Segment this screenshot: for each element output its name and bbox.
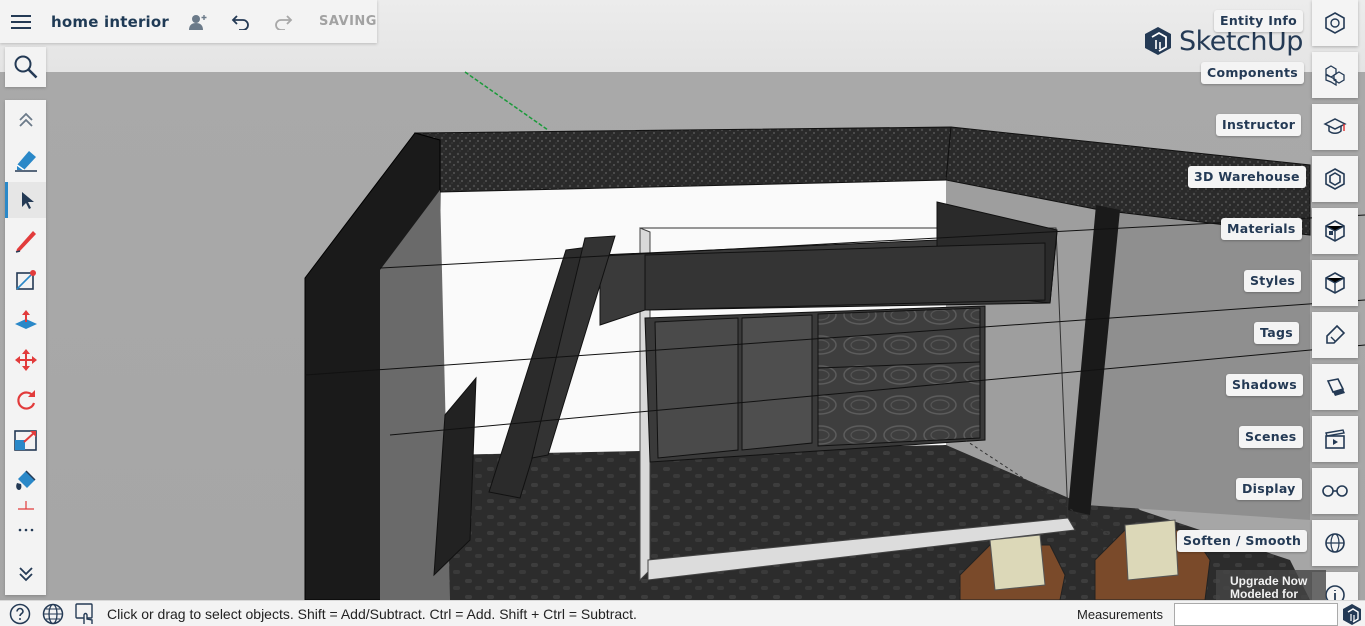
3d-viewport[interactable] bbox=[0, 0, 1365, 600]
hamburger-menu-icon[interactable] bbox=[0, 0, 43, 43]
more-tools-icon[interactable] bbox=[5, 518, 46, 542]
right-wall-far bbox=[1085, 210, 1310, 520]
help-icon[interactable] bbox=[7, 601, 33, 626]
green-axis bbox=[464, 71, 549, 131]
shadows-icon[interactable] bbox=[1312, 364, 1358, 410]
loft-bed-side bbox=[644, 242, 1046, 311]
upgrade-subtext: Modeled for bbox=[1230, 587, 1298, 601]
search-button[interactable] bbox=[5, 47, 46, 87]
display-icon[interactable] bbox=[1312, 468, 1358, 514]
move-icon[interactable] bbox=[5, 342, 46, 378]
panel-label-styles[interactable]: Styles bbox=[1244, 270, 1302, 292]
sketchup-logo-icon bbox=[1145, 27, 1171, 55]
model-title[interactable]: home interior bbox=[51, 13, 176, 31]
components-icon[interactable] bbox=[1312, 52, 1358, 98]
styles-icon[interactable] bbox=[1312, 260, 1358, 306]
panel-label-soften-smooth[interactable]: Soften / Smooth bbox=[1177, 530, 1308, 552]
undo-icon[interactable] bbox=[219, 0, 262, 43]
measurements-label: Measurements bbox=[1077, 607, 1163, 622]
tape-line-marker bbox=[5, 498, 46, 514]
eraser-icon[interactable] bbox=[5, 142, 46, 178]
instructor-icon[interactable] bbox=[1312, 104, 1358, 150]
push-pull-icon[interactable] bbox=[5, 302, 46, 338]
sketchup-mini-logo-icon[interactable] bbox=[1341, 603, 1363, 626]
upgrade-now-banner[interactable]: Upgrade Now Modeled for bbox=[1216, 570, 1326, 600]
panel-label-entity-info[interactable]: Entity Info bbox=[1214, 10, 1304, 32]
cabinet-glass-right bbox=[741, 314, 813, 451]
top-wall-back bbox=[414, 126, 952, 193]
top-bar: home interior SAVING bbox=[0, 0, 377, 43]
touch-gesture-icon[interactable] bbox=[73, 601, 99, 626]
panel-label-tags[interactable]: Tags bbox=[1254, 322, 1299, 344]
panel-label-display[interactable]: Display bbox=[1236, 478, 1302, 500]
globe-icon[interactable] bbox=[40, 601, 66, 626]
rotate-icon[interactable] bbox=[5, 382, 46, 418]
cabinet-glass-left bbox=[654, 317, 739, 459]
select-arrow-icon[interactable] bbox=[5, 182, 46, 218]
model-scene bbox=[304, 71, 1365, 600]
scenes-icon[interactable] bbox=[1312, 416, 1358, 462]
search-icon bbox=[14, 55, 37, 79]
paint-bucket-icon[interactable] bbox=[5, 462, 46, 498]
expand-down-icon[interactable] bbox=[5, 556, 46, 592]
panel-label-materials[interactable]: Materials bbox=[1221, 218, 1302, 240]
materials-icon[interactable] bbox=[1312, 208, 1358, 254]
status-message: Click or drag to select objects. Shift =… bbox=[107, 605, 637, 622]
entity-info-icon[interactable] bbox=[1312, 0, 1358, 46]
panel-label-scenes[interactable]: Scenes bbox=[1239, 426, 1303, 448]
redo-icon[interactable] bbox=[262, 0, 305, 43]
pencil-line-icon[interactable] bbox=[5, 222, 46, 258]
scale-icon[interactable] bbox=[5, 422, 46, 458]
soften-smooth-icon[interactable] bbox=[1312, 520, 1358, 566]
tools-toolbar bbox=[5, 100, 46, 595]
tags-icon[interactable] bbox=[1312, 312, 1358, 358]
panel-label-shadows[interactable]: Shadows bbox=[1226, 374, 1303, 396]
rectangle-icon[interactable] bbox=[5, 262, 46, 298]
3d-warehouse-icon[interactable] bbox=[1312, 156, 1358, 202]
measurements-input[interactable] bbox=[1174, 603, 1338, 626]
panel-label-instructor[interactable]: Instructor bbox=[1216, 114, 1302, 136]
panel-label-components[interactable]: Components bbox=[1201, 62, 1305, 84]
sketchup-window: home interior SAVING SketchUp Entity Inf… bbox=[0, 0, 1365, 626]
collapse-up-icon[interactable] bbox=[5, 102, 46, 138]
saving-status: SAVING bbox=[318, 14, 377, 29]
right-panel-tray bbox=[1311, 0, 1365, 618]
panel-label-3d-warehouse[interactable]: 3D Warehouse bbox=[1188, 166, 1306, 188]
add-collaborator-icon[interactable] bbox=[176, 0, 219, 43]
